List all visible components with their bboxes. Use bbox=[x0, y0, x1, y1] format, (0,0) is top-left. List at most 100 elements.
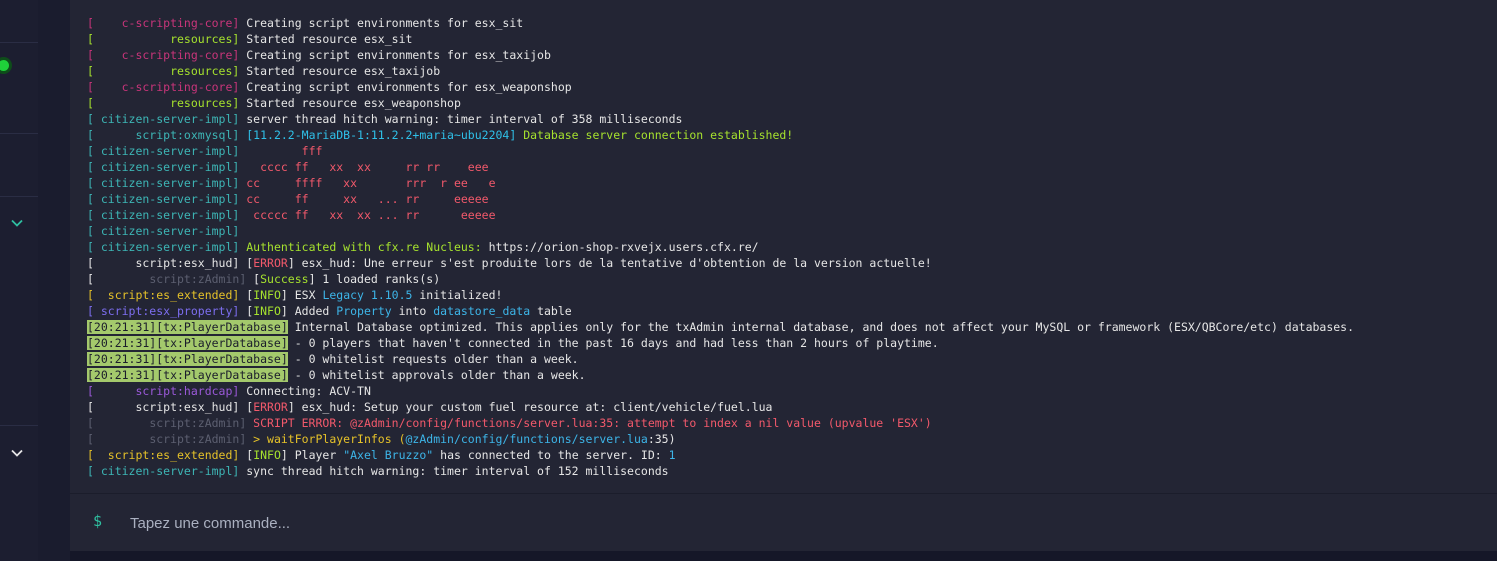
log-text: ] ESX bbox=[280, 288, 323, 302]
log-source-tag: [ script:hardcap] bbox=[87, 384, 240, 398]
console-line: [ citizen-server-impl] cc ff xx ... rr e… bbox=[87, 191, 1497, 207]
log-text: [ bbox=[239, 304, 254, 318]
log-text: datastore_data bbox=[433, 304, 531, 318]
log-source-tag: [ script:es_extended] bbox=[87, 288, 240, 302]
console-line: [ citizen-server-impl] sync thread hitch… bbox=[87, 463, 1497, 479]
sidebar-divider bbox=[0, 133, 38, 134]
log-source-tag: [ citizen-server-impl] bbox=[87, 224, 240, 238]
log-text: ] esx_hud: Setup your custom fuel resour… bbox=[287, 400, 773, 414]
log-source-tag: [ bbox=[87, 416, 150, 430]
console-line: [ script:zAdmin] > waitForPlayerInfos (@… bbox=[87, 431, 1497, 447]
console-line: [ citizen-server-impl] fff bbox=[87, 143, 1497, 159]
log-text: Creating script environments for esx_wea… bbox=[239, 80, 572, 94]
log-source-tag: [ resources] bbox=[87, 96, 240, 110]
log-text: Started resource esx_taxijob bbox=[239, 64, 441, 78]
log-text: Creating script environments for esx_tax… bbox=[239, 48, 551, 62]
log-text: ] Added bbox=[280, 304, 337, 318]
log-text: cccc ff xx xx rr rr eee bbox=[239, 160, 489, 174]
dollar-prompt-icon: $ bbox=[93, 512, 103, 530]
log-text: sync thread hitch warning: timer interva… bbox=[239, 464, 669, 478]
log-text: [11.2.2-MariaDB-1:11.2.2+maria~ubu2204] bbox=[239, 128, 517, 142]
console-line: [ script:esx_hud] [ERROR] esx_hud: Setup… bbox=[87, 399, 1497, 415]
log-text: - 0 players that haven't connected in th… bbox=[287, 336, 939, 350]
log-source-tag: [ c-scripting-core] bbox=[87, 80, 240, 94]
log-text: [ bbox=[239, 400, 254, 414]
log-text: [ bbox=[239, 288, 254, 302]
console-line: [20:21:31][tx:PlayerDatabase] - 0 whitel… bbox=[87, 367, 1497, 383]
command-bar: $ bbox=[70, 493, 1497, 552]
console-line: [ script:es_extended] [INFO] ESX Legacy … bbox=[87, 287, 1497, 303]
server-console[interactable]: [ c-scripting-core] Creating script envi… bbox=[70, 0, 1497, 493]
log-text: [ bbox=[239, 256, 254, 270]
sidebar-divider bbox=[0, 196, 38, 197]
log-text: Authenticated with cfx.re Nucleus: bbox=[239, 240, 482, 254]
console-line: [ script:esx_hud] [ERROR] esx_hud: Une e… bbox=[87, 255, 1497, 271]
log-source-tag: [ citizen-server-impl] bbox=[87, 176, 240, 190]
log-text: "Axel Bruzzo" bbox=[343, 448, 434, 462]
log-source-tag: [ resources] bbox=[87, 32, 240, 46]
command-input[interactable] bbox=[128, 509, 1432, 537]
log-text: ] 1 loaded ranks(s) bbox=[308, 272, 441, 286]
console-line: [ script:esx_property] [INFO] Added Prop… bbox=[87, 303, 1497, 319]
console-line: [ c-scripting-core] Creating script envi… bbox=[87, 15, 1497, 31]
log-text: ERROR bbox=[253, 256, 288, 270]
console-line: [ citizen-server-impl] bbox=[87, 223, 1497, 239]
log-source-tag: [ citizen-server-impl] bbox=[87, 160, 240, 174]
log-source-tag: [ citizen-server-impl] bbox=[87, 208, 240, 222]
console-line: [ resources] Started resource esx_weapon… bbox=[87, 95, 1497, 111]
log-text: cc ffff xx rrr r ee e bbox=[239, 176, 496, 190]
log-text: - 0 whitelist requests older than a week… bbox=[287, 352, 579, 366]
console-line: [ c-scripting-core] Creating script envi… bbox=[87, 47, 1497, 63]
sidebar-divider bbox=[0, 425, 38, 426]
log-text: into bbox=[391, 304, 434, 318]
log-source-tag: [ script:esx_hud] bbox=[87, 256, 240, 270]
log-source-tag: [20:21:31][tx:PlayerDatabase] bbox=[87, 320, 288, 334]
log-text: INFO bbox=[253, 448, 281, 462]
log-source-tag: [ script:esx_property] bbox=[87, 304, 240, 318]
console-line: [ script:oxmysql] [11.2.2-MariaDB-1:11.2… bbox=[87, 127, 1497, 143]
log-text: script:zAdmin] bbox=[149, 416, 247, 430]
console-line: [ citizen-server-impl] ccccc ff xx xx ..… bbox=[87, 207, 1497, 223]
console-line: [ citizen-server-impl] Authenticated wit… bbox=[87, 239, 1497, 255]
log-source-tag: [ c-scripting-core] bbox=[87, 48, 240, 62]
log-text: cc ff xx ... rr eeeee bbox=[239, 192, 489, 206]
console-line: [20:21:31][tx:PlayerDatabase] - 0 player… bbox=[87, 335, 1497, 351]
console-line: [ c-scripting-core] Creating script envi… bbox=[87, 79, 1497, 95]
log-source-tag: [ citizen-server-impl] bbox=[87, 464, 240, 478]
console-line: [ script:es_extended] [INFO] Player "Axe… bbox=[87, 447, 1497, 463]
chevron-down-icon[interactable] bbox=[11, 449, 23, 458]
log-text: script:zAdmin] bbox=[149, 272, 247, 286]
log-text: 1 bbox=[668, 448, 676, 462]
log-source-tag: [20:21:31][tx:PlayerDatabase] bbox=[87, 368, 288, 382]
log-text: Started resource esx_sit bbox=[239, 32, 413, 46]
console-line: [ resources] Started resource esx_taxijo… bbox=[87, 63, 1497, 79]
log-source-tag: [ citizen-server-impl] bbox=[87, 192, 240, 206]
log-source-tag: [ script:es_extended] bbox=[87, 448, 240, 462]
sidebar bbox=[0, 0, 39, 561]
log-text: [ bbox=[246, 272, 261, 286]
log-source-tag: [ citizen-server-impl] bbox=[87, 112, 240, 126]
log-text: Internal Database optimized. This applie… bbox=[287, 320, 1355, 334]
log-text: Property bbox=[336, 304, 392, 318]
console-log: [ c-scripting-core] Creating script envi… bbox=[87, 15, 1497, 479]
log-text: [ bbox=[239, 448, 254, 462]
console-line: [ citizen-server-impl] server thread hit… bbox=[87, 111, 1497, 127]
log-source-tag: [ citizen-server-impl] bbox=[87, 144, 240, 158]
log-text: :35) bbox=[647, 432, 676, 446]
log-source-tag: [20:21:31][tx:PlayerDatabase] bbox=[87, 352, 288, 366]
console-line: [ script:zAdmin] SCRIPT ERROR: @zAdmin/c… bbox=[87, 415, 1497, 431]
log-text: ] Player bbox=[280, 448, 344, 462]
log-text: INFO bbox=[253, 288, 281, 302]
console-line: [ script:zAdmin] [Success] 1 loaded rank… bbox=[87, 271, 1497, 287]
log-text: INFO bbox=[253, 304, 281, 318]
chevron-down-icon[interactable] bbox=[11, 219, 23, 228]
log-source-tag: [ bbox=[87, 432, 150, 446]
console-line: [ citizen-server-impl] cc ffff xx rrr r … bbox=[87, 175, 1497, 191]
log-text: - 0 whitelist approvals older than a wee… bbox=[287, 368, 586, 382]
log-text: @zAdmin/config/functions/server.lua bbox=[405, 432, 648, 446]
log-text: server thread hitch warning: timer inter… bbox=[239, 112, 683, 126]
console-line: [ citizen-server-impl] cccc ff xx xx rr … bbox=[87, 159, 1497, 175]
log-text: Legacy 1.10.5 bbox=[322, 288, 413, 302]
log-source-tag: [20:21:31][tx:PlayerDatabase] bbox=[87, 336, 288, 350]
log-source-tag: [ citizen-server-impl] bbox=[87, 240, 240, 254]
